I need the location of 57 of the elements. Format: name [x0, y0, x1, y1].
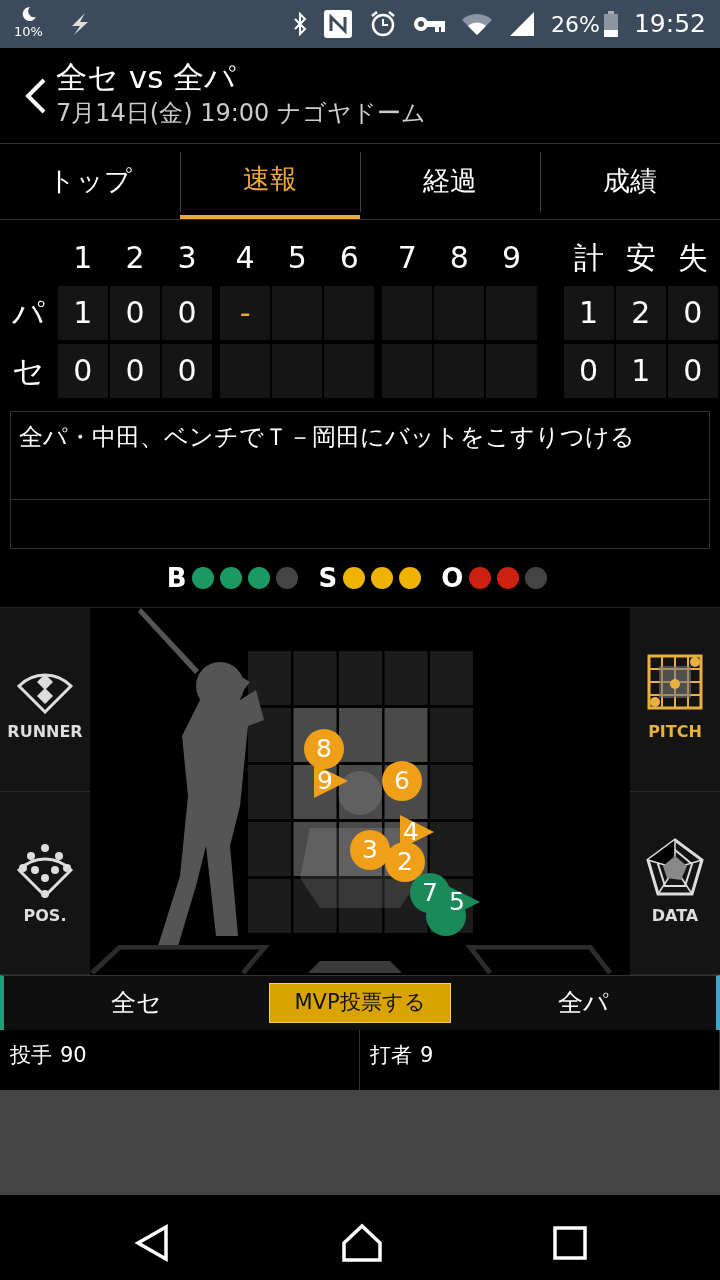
nfc-icon — [323, 9, 354, 39]
column-header: 失 — [676, 238, 709, 277]
player-role: 投手 — [10, 1042, 52, 1069]
clock-time: 19:52 — [633, 8, 706, 41]
tab[interactable]: トップ — [0, 144, 180, 219]
pitch-marker: 6 — [382, 761, 422, 801]
player-role: 打者 — [370, 1042, 412, 1069]
total-cell: 0 — [563, 344, 614, 398]
game-title: 全セ vs 全パ — [56, 59, 238, 96]
score-cell: 0 — [57, 344, 108, 398]
team-label: パ — [11, 293, 47, 334]
column-header: 安 — [624, 238, 657, 277]
column-header: 計 — [572, 238, 605, 277]
home-icon[interactable] — [341, 1222, 383, 1263]
inning-number: 9 — [500, 238, 522, 277]
count-label: S — [318, 561, 338, 595]
inning-number: 7 — [396, 238, 418, 277]
score-cell: 1 — [57, 286, 108, 340]
tab[interactable]: 成績 — [540, 144, 720, 219]
wifi-icon — [461, 12, 494, 36]
dnd-level: 10% — [14, 23, 43, 42]
total-cell: 0 — [667, 344, 718, 398]
score-cell: 0 — [109, 286, 161, 340]
score-cell: 0 — [162, 344, 213, 398]
player-number: 9 — [420, 1042, 434, 1069]
total-cell: 2 — [615, 286, 666, 340]
recent-apps-icon[interactable] — [551, 1224, 588, 1261]
radar-chart-icon — [645, 837, 705, 898]
inning-number: 1 — [72, 238, 94, 277]
total-cell: 1 — [615, 344, 666, 398]
bluetooth-icon — [293, 12, 308, 36]
game-info: 7月14日(金) 19:00 ナゴヤドーム — [56, 98, 426, 130]
team-label: セ — [11, 351, 47, 392]
inning-number: 3 — [176, 238, 198, 277]
total-cell: 0 — [667, 286, 718, 340]
signal-icon — [509, 11, 536, 37]
player-number: 90 — [60, 1042, 87, 1069]
tab[interactable]: 速報 — [180, 144, 360, 219]
inning-number: 6 — [338, 238, 360, 277]
count-label: O — [441, 561, 464, 595]
score-cell: - — [220, 286, 271, 340]
mvp-vote-button[interactable]: MVP投票する — [269, 983, 451, 1023]
count-label: B — [166, 561, 187, 595]
battery-icon — [603, 11, 618, 37]
inning-number: 8 — [448, 238, 470, 277]
team-name: 全セ — [110, 987, 164, 1020]
total-cell: 1 — [563, 286, 614, 340]
tab[interactable]: 経過 — [360, 144, 540, 219]
inning-number: 5 — [286, 238, 308, 277]
inning-number: 2 — [124, 238, 146, 277]
play-commentary: 全パ・中田、ベンチでＴ－岡田にバットをこすりつける — [11, 412, 709, 500]
inning-number: 4 — [234, 238, 256, 277]
score-cell: 0 — [162, 286, 213, 340]
score-cell: 0 — [109, 344, 161, 398]
key-icon — [413, 15, 446, 33]
team-name: 全パ — [556, 987, 610, 1020]
battery-percent: 26% — [551, 10, 600, 39]
